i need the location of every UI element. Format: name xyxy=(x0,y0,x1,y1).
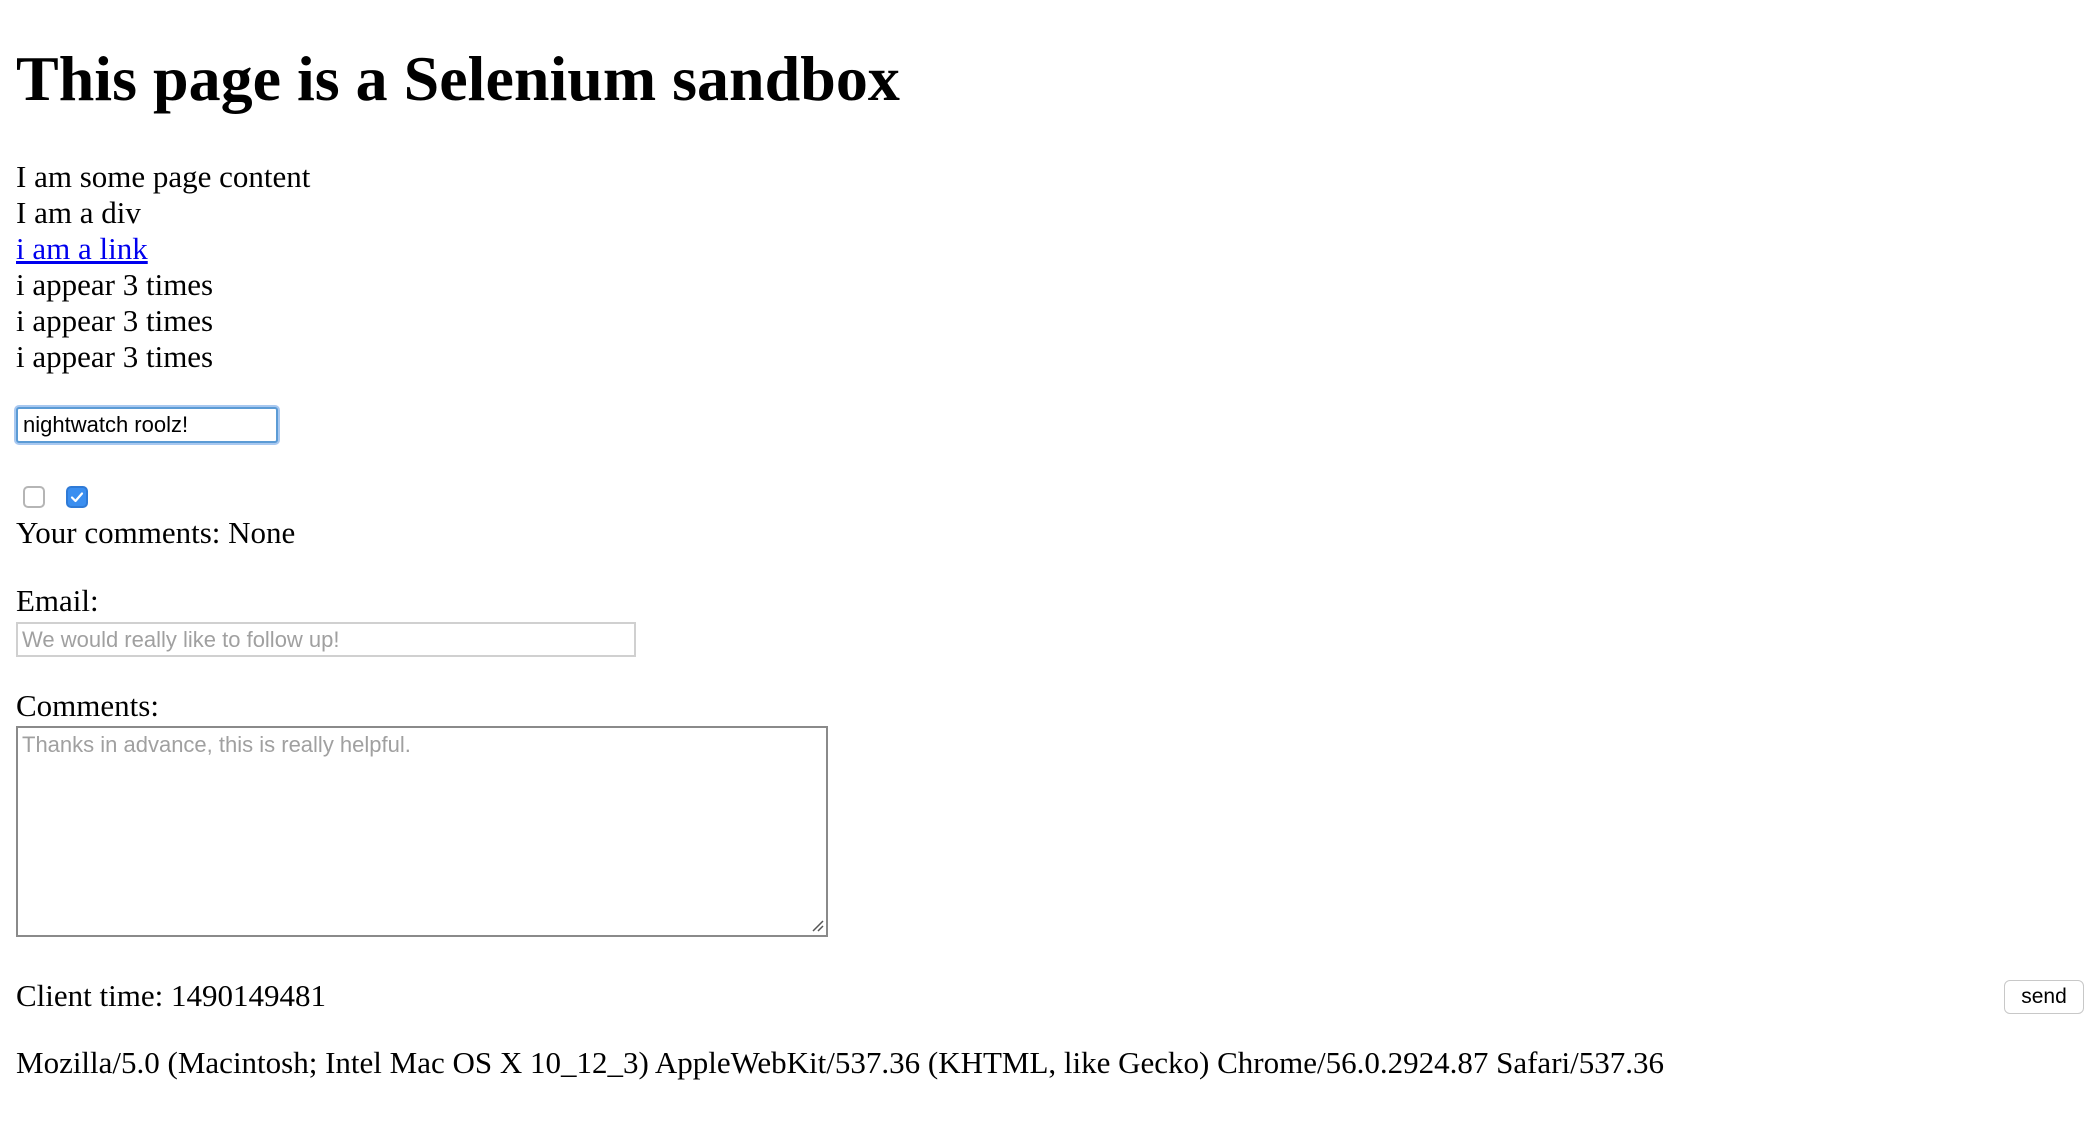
repeated-text-2: i appear 3 times xyxy=(16,303,214,338)
send-button[interactable]: send xyxy=(2004,980,2084,1014)
resize-grip-icon[interactable] xyxy=(810,918,824,932)
repeated-text-1: i appear 3 times xyxy=(16,267,214,302)
div-text: I am a div xyxy=(16,195,141,230)
comments-label: Comments: xyxy=(16,688,159,723)
checkmark-icon xyxy=(70,492,84,503)
comments-textarea[interactable] xyxy=(16,726,828,937)
comments-status-text: Your comments: None xyxy=(16,515,296,550)
page-content-text: I am some page content xyxy=(16,159,311,194)
text-input[interactable] xyxy=(16,407,278,443)
repeated-text-3: i appear 3 times xyxy=(16,339,214,374)
email-label: Email: xyxy=(16,583,99,618)
checkbox-unchecked[interactable] xyxy=(23,486,45,508)
page-heading: This page is a Selenium sandbox xyxy=(16,43,900,114)
sample-link[interactable]: i am a link xyxy=(16,231,148,266)
email-field[interactable] xyxy=(16,622,636,657)
user-agent-text: Mozilla/5.0 (Macintosh; Intel Mac OS X 1… xyxy=(16,1045,1664,1080)
checkbox-checked[interactable] xyxy=(66,486,88,508)
client-time-text: Client time: 1490149481 xyxy=(16,978,326,1013)
